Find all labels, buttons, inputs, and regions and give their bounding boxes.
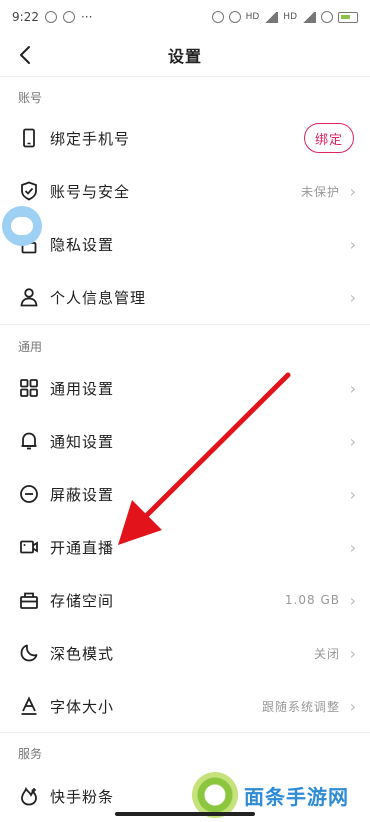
chevron-right-icon: ›	[349, 234, 356, 254]
row-label: 开通直播	[50, 538, 115, 557]
row-block[interactable]: 屏蔽设置 ›	[0, 468, 370, 520]
row-label: 屏蔽设置	[50, 485, 115, 504]
row-label: 存储空间	[50, 591, 115, 610]
chevron-right-icon: ›	[349, 287, 356, 307]
home-indicator[interactable]	[115, 812, 255, 816]
chat-bubble-icon	[11, 217, 33, 235]
grid-icon	[18, 377, 40, 399]
status-time: 9:22	[12, 10, 39, 24]
divider	[0, 732, 370, 733]
mute-icon	[211, 11, 224, 23]
row-label: 隐私设置	[50, 235, 115, 254]
row-label: 个人信息管理	[50, 288, 147, 307]
section-title-general: 通用	[18, 340, 43, 354]
bind-phone-button[interactable]: 绑定	[304, 123, 354, 153]
row-label: 绑定手机号	[50, 129, 131, 148]
row-live[interactable]: 开通直播 ›	[0, 521, 370, 573]
row-bind-phone[interactable]: 绑定手机号 绑定	[0, 112, 370, 164]
hd-label-1: HD	[245, 12, 260, 22]
storage-box-icon	[18, 589, 40, 611]
row-label: 字体大小	[50, 697, 115, 716]
signal-icon	[264, 11, 279, 23]
back-button[interactable]	[10, 40, 40, 70]
row-label: 通知设置	[50, 432, 115, 451]
watermark-text: 面条手游网	[244, 784, 349, 809]
row-personal-info[interactable]: 个人信息管理 ›	[0, 271, 370, 323]
chevron-right-icon: ›	[349, 431, 356, 451]
fans-icon	[18, 785, 40, 807]
nav-bar: 设置	[0, 34, 370, 76]
shield-check-icon	[18, 180, 40, 202]
dark-mode-status: 关闭	[313, 646, 340, 661]
chevron-left-icon	[20, 46, 30, 64]
chevron-right-icon: ›	[349, 181, 356, 201]
row-label: 深色模式	[50, 644, 115, 663]
row-dark-mode[interactable]: 深色模式 关闭 ›	[0, 627, 370, 679]
alarm-icon	[228, 11, 241, 23]
font-size-setting: 跟随系统调整	[261, 699, 340, 714]
bell-icon	[18, 430, 40, 452]
person-icon	[18, 286, 40, 308]
page-title: 设置	[167, 47, 202, 66]
row-general-settings[interactable]: 通用设置 ›	[0, 362, 370, 414]
chevron-right-icon: ›	[349, 643, 356, 663]
row-storage[interactable]: 存储空间 1.08 GB ›	[0, 574, 370, 626]
section-title-service: 服务	[18, 747, 43, 761]
divider	[0, 76, 370, 77]
chevron-right-icon: ›	[349, 484, 356, 504]
hd-label-2: HD	[283, 12, 297, 22]
video-camera-icon	[18, 536, 40, 558]
row-label: 快手粉条	[50, 787, 115, 806]
row-privacy[interactable]: 隐私设置 ›	[0, 218, 370, 270]
chevron-right-icon: ›	[349, 590, 356, 610]
font-a-icon	[18, 695, 40, 717]
row-notification[interactable]: 通知设置 ›	[0, 415, 370, 467]
row-font-size[interactable]: 字体大小 跟随系统调整 ›	[0, 680, 370, 732]
divider	[0, 324, 370, 325]
signal-icon-2	[302, 11, 316, 23]
notification-icon	[44, 11, 57, 23]
storage-size: 1.08 GB	[284, 593, 340, 607]
battery-icon	[338, 11, 358, 23]
chevron-right-icon: ›	[349, 378, 356, 398]
row-label: 账号与安全	[50, 182, 131, 201]
section-title-account: 账号	[18, 91, 43, 105]
wifi-icon	[321, 11, 333, 23]
phone-icon	[18, 127, 40, 149]
security-status: 未保护	[300, 184, 340, 199]
row-account-security[interactable]: 账号与安全 未保护 ›	[0, 165, 370, 217]
notification-icon-2	[62, 11, 75, 23]
moon-icon	[18, 642, 40, 664]
status-bar: 9:22 ··· HD HD	[0, 0, 370, 34]
floating-assistant-ball[interactable]	[2, 206, 42, 246]
row-label: 通用设置	[50, 379, 115, 398]
minus-circle-icon	[18, 483, 40, 505]
status-more-dots: ···	[80, 10, 93, 24]
chevron-right-icon: ›	[349, 696, 356, 716]
chevron-right-icon: ›	[349, 537, 356, 557]
